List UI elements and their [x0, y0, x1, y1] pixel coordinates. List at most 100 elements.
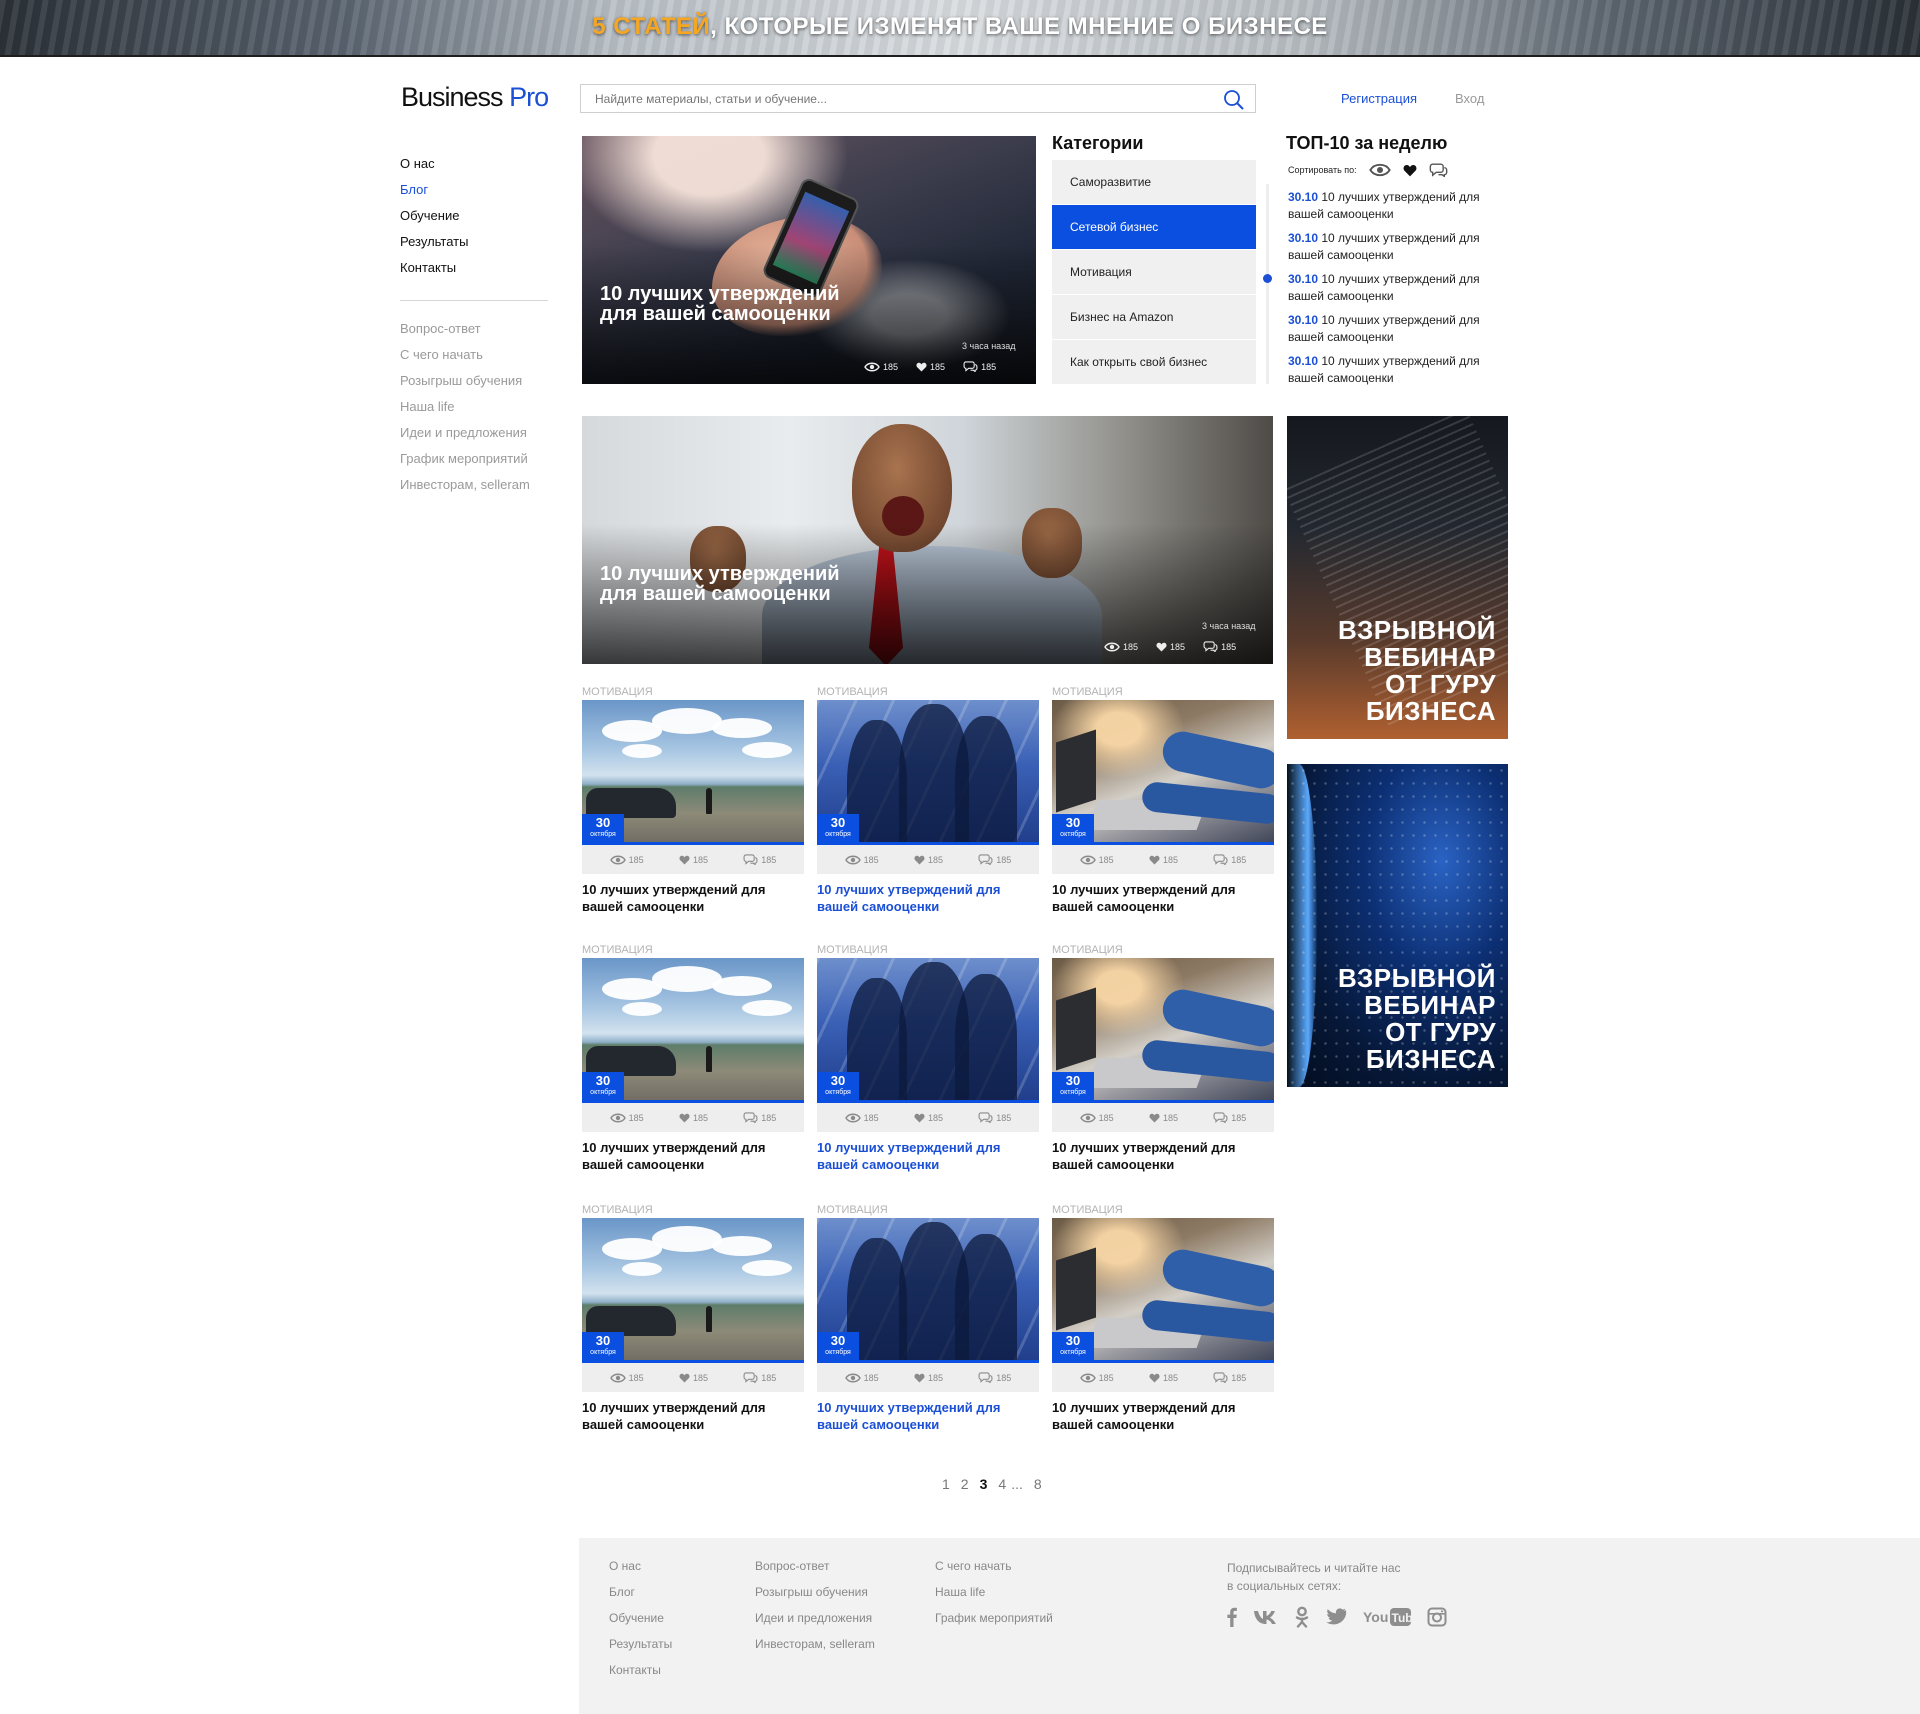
article-card[interactable]: Мотивация 30 октября 185 185 185 10 лучш…	[817, 684, 1039, 915]
footer-link-faq[interactable]: Вопрос-ответ	[755, 1559, 875, 1585]
views-count: 185	[628, 1372, 644, 1383]
article-card[interactable]: Мотивация 30 октября 185 185 185 10 лучш…	[1052, 1202, 1274, 1433]
article-card[interactable]: Мотивация 30 октября 185 185 185 10 лучш…	[582, 942, 804, 1173]
article-category-label[interactable]: Мотивация	[1052, 684, 1274, 700]
article-image[interactable]: 30 октября	[817, 958, 1039, 1103]
top10-item[interactable]: 30.10 10 лучших утверждений для вашей са…	[1288, 189, 1508, 230]
odnoklassniki-icon[interactable]	[1295, 1606, 1309, 1633]
article-title[interactable]: 10 лучших утверждений для вашей самооцен…	[1052, 1399, 1262, 1433]
footer-link-learning[interactable]: Обучение	[609, 1611, 672, 1637]
article-title[interactable]: 10 лучших утверждений для вашей самооцен…	[817, 1139, 1027, 1173]
footer-link-contacts[interactable]: Контакты	[609, 1663, 672, 1689]
scroll-thumb[interactable]	[1263, 274, 1272, 283]
footer-link-ideas[interactable]: Идеи и предложения	[755, 1611, 875, 1637]
page-2-link[interactable]: 2	[961, 1476, 969, 1492]
article-title[interactable]: 10 лучших утверждений для вашей самооцен…	[817, 881, 1027, 915]
nav-item-results[interactable]: Результаты	[400, 234, 550, 260]
article-image[interactable]: 30 октября	[582, 700, 804, 845]
footer-link-blog[interactable]: Блог	[609, 1585, 672, 1611]
instagram-icon[interactable]	[1427, 1607, 1447, 1632]
sort-by-comments-icon[interactable]	[1429, 163, 1448, 177]
article-card[interactable]: Мотивация 30 октября 185 185 185 10 лучш…	[582, 684, 804, 915]
laptop-shape	[1056, 729, 1096, 813]
nav-item-faq[interactable]: Вопрос-ответ	[400, 321, 550, 347]
pagination: 1 2 3 4 ... 8	[942, 1476, 1042, 1492]
category-start-business[interactable]: Как открыть свой бизнес	[1052, 340, 1256, 384]
webinar-ad-1[interactable]: ВЗРЫВНОЙ ВЕБИНАР ОТ ГУРУ БИЗНЕСА	[1287, 416, 1508, 739]
footer-link-our-life[interactable]: Наша life	[935, 1585, 1053, 1611]
article-title[interactable]: 10 лучших утверждений для вашей самооцен…	[1052, 881, 1262, 915]
article-image[interactable]: 30 октября	[817, 700, 1039, 845]
search-icon[interactable]	[1223, 89, 1245, 111]
article-category-label[interactable]: Мотивация	[1052, 1202, 1274, 1218]
article-title[interactable]: 10 лучших утверждений для вашей самооцен…	[817, 1399, 1027, 1433]
footer-link-events[interactable]: График мероприятий	[935, 1611, 1053, 1637]
search-input[interactable]	[581, 85, 1201, 112]
sort-by-likes-icon[interactable]	[1403, 164, 1417, 177]
register-link[interactable]: Регистрация	[1341, 91, 1417, 106]
footer-link-getting-started[interactable]: С чего начать	[935, 1559, 1053, 1585]
article-card[interactable]: Мотивация 30 октября 185 185 185 10 лучш…	[817, 942, 1039, 1173]
sort-by-views-icon[interactable]	[1369, 163, 1391, 177]
article-image[interactable]: 30 октября	[817, 1218, 1039, 1363]
article-category-label[interactable]: Мотивация	[817, 942, 1039, 958]
top10-item[interactable]: 30.10 10 лучших утверждений для вашей са…	[1288, 312, 1508, 353]
article-title[interactable]: 10 лучших утверждений для вашей самооцен…	[582, 1399, 792, 1433]
category-motivation[interactable]: Мотивация	[1052, 250, 1256, 294]
nav-item-contacts[interactable]: Контакты	[400, 260, 550, 286]
nav-item-blog[interactable]: Блог	[400, 182, 550, 208]
article-category-label[interactable]: Мотивация	[582, 684, 804, 700]
page-1-link[interactable]: 1	[942, 1476, 950, 1492]
article-category-label[interactable]: Мотивация	[1052, 942, 1274, 958]
nav-item-learning[interactable]: Обучение	[400, 208, 550, 234]
article-image[interactable]: 30 октября	[1052, 1218, 1274, 1363]
article-category-label[interactable]: Мотивация	[582, 942, 804, 958]
nav-item-about[interactable]: О нас	[400, 156, 550, 182]
page-3-current[interactable]: 3	[980, 1476, 988, 1492]
footer-link-results[interactable]: Результаты	[609, 1637, 672, 1663]
page-4-link[interactable]: 4	[998, 1476, 1006, 1492]
twitter-icon[interactable]	[1325, 1608, 1347, 1631]
footer-column-3: С чего начать Наша life График мероприят…	[935, 1559, 1053, 1637]
featured-article-1[interactable]: 10 лучших утверждений для вашей самооцен…	[582, 136, 1036, 384]
top10-scrollbar[interactable]	[1263, 184, 1272, 384]
nav-item-our-life[interactable]: Наша life	[400, 399, 550, 425]
category-self-development[interactable]: Саморазвитие	[1052, 160, 1256, 204]
article-card[interactable]: Мотивация 30 октября 185 185 185 10 лучш…	[1052, 684, 1274, 915]
article-category-label[interactable]: Мотивация	[582, 1202, 804, 1218]
article-category-label[interactable]: Мотивация	[817, 684, 1039, 700]
top10-item[interactable]: 30.10 10 лучших утверждений для вашей са…	[1288, 230, 1508, 271]
article-card[interactable]: Мотивация 30 октября 185 185 185 10 лучш…	[582, 1202, 804, 1433]
article-card[interactable]: Мотивация 30 октября 185 185 185 10 лучш…	[817, 1202, 1039, 1433]
nav-item-giveaway[interactable]: Розыгрыш обучения	[400, 373, 550, 399]
article-card[interactable]: Мотивация 30 октября 185 185 185 10 лучш…	[1052, 942, 1274, 1173]
facebook-icon[interactable]	[1227, 1607, 1237, 1632]
article-image[interactable]: 30 октября	[1052, 958, 1274, 1103]
vk-icon[interactable]	[1253, 1609, 1279, 1630]
promo-banner[interactable]: 5 СТАТЕЙ, КОТОРЫЕ ИЗМЕНЯТ ВАШЕ МНЕНИЕ О …	[0, 0, 1920, 57]
article-title[interactable]: 10 лучших утверждений для вашей самооцен…	[582, 1139, 792, 1173]
category-amazon-business[interactable]: Бизнес на Amazon	[1052, 295, 1256, 339]
category-network-business[interactable]: Сетевой бизнес	[1052, 205, 1256, 249]
article-title[interactable]: 10 лучших утверждений для вашей самооцен…	[1052, 1139, 1262, 1173]
nav-item-investors[interactable]: Инвесторам, selleram	[400, 477, 550, 503]
youtube-icon[interactable]: You Tube	[1363, 1607, 1420, 1632]
article-title[interactable]: 10 лучших утверждений для вашей самооцен…	[582, 881, 792, 915]
login-link[interactable]: Вход	[1455, 91, 1484, 106]
nav-item-events[interactable]: График мероприятий	[400, 451, 550, 477]
article-category-label[interactable]: Мотивация	[817, 1202, 1039, 1218]
footer-link-investors[interactable]: Инвесторам, selleram	[755, 1637, 875, 1663]
webinar-ad-2[interactable]: ВЗРЫВНОЙ ВЕБИНАР ОТ ГУРУ БИЗНЕСА	[1287, 764, 1508, 1087]
footer-link-giveaway[interactable]: Розыгрыш обучения	[755, 1585, 875, 1611]
article-image[interactable]: 30 октября	[582, 958, 804, 1103]
nav-item-ideas[interactable]: Идеи и предложения	[400, 425, 550, 451]
nav-item-getting-started[interactable]: С чего начать	[400, 347, 550, 373]
featured-article-2[interactable]: 10 лучших утверждений для вашей самооцен…	[582, 416, 1273, 664]
top10-item[interactable]: 30.10 10 лучших утверждений для вашей са…	[1288, 271, 1508, 312]
article-image[interactable]: 30 октября	[582, 1218, 804, 1363]
article-image[interactable]: 30 октября	[1052, 700, 1274, 845]
page-last-link[interactable]: 8	[1034, 1476, 1042, 1492]
top10-item[interactable]: 30.10 10 лучших утверждений для вашей са…	[1288, 353, 1508, 394]
site-logo[interactable]: Business Pro	[401, 82, 549, 113]
footer-link-about[interactable]: О нас	[609, 1559, 672, 1585]
